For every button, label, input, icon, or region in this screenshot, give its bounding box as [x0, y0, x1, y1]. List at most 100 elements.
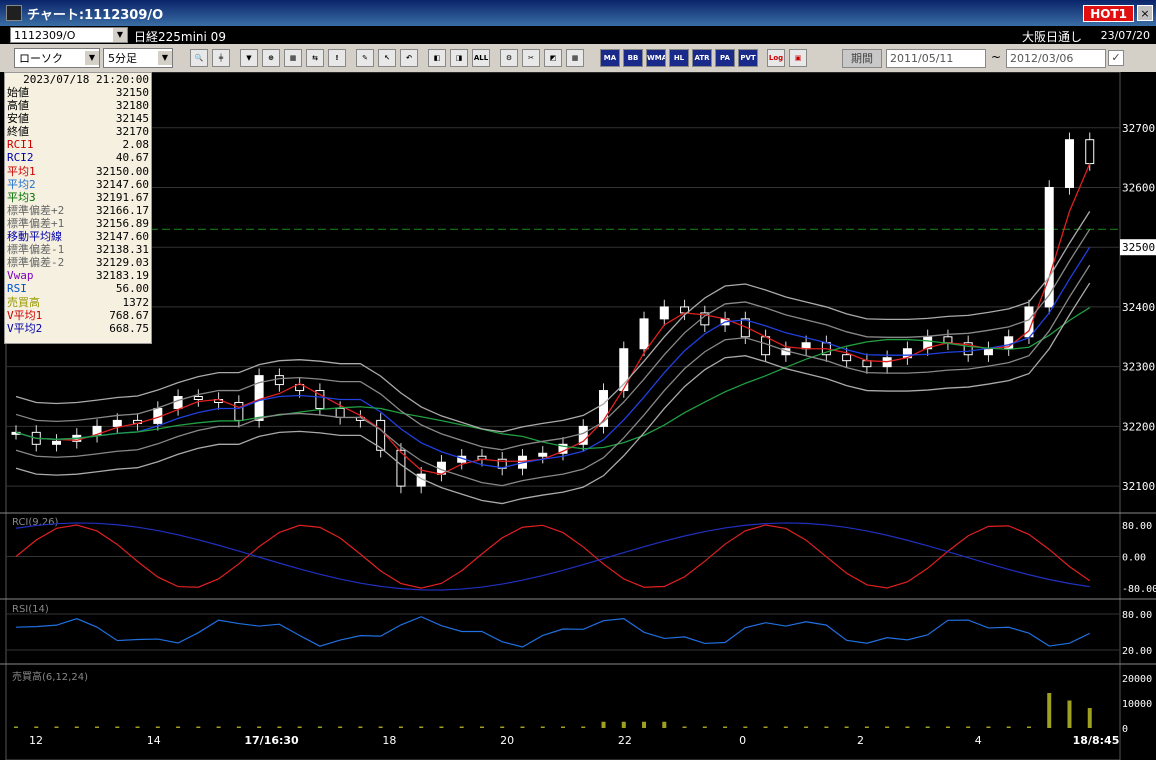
- tool-icon[interactable]: ✂: [522, 49, 540, 67]
- volume-bar: [419, 726, 424, 728]
- remove-icon-1[interactable]: ◧: [428, 49, 446, 67]
- price-tick-label: 32100: [1122, 480, 1155, 493]
- volume-bar: [479, 726, 484, 728]
- title-bar: チャート:1112309/O HOT1 ×: [0, 0, 1156, 26]
- rsi-line: [15, 616, 1091, 648]
- volume-bar: [317, 726, 322, 728]
- hot-badge[interactable]: HOT1: [1083, 5, 1134, 22]
- volume-label: 売買高(6,12,24): [12, 670, 88, 683]
- volume-bar: [662, 721, 667, 728]
- price-tick-label: 32400: [1122, 301, 1155, 314]
- x-tick-label: 12: [29, 734, 43, 747]
- volume-tick-label: 10000: [1122, 699, 1152, 710]
- window-icon[interactable]: ▣: [789, 49, 807, 67]
- candle-body: [173, 396, 183, 409]
- date-from-input[interactable]: 2011/05/11: [886, 49, 986, 68]
- current-date: 23/07/20: [1100, 29, 1150, 42]
- apply-checkbox[interactable]: ✓: [1108, 50, 1124, 66]
- volume-bar: [398, 726, 403, 728]
- info-label: 始値: [7, 86, 29, 99]
- cursor-lines-icon[interactable]: ╪: [212, 49, 230, 67]
- chart-icon-2[interactable]: ⇆: [306, 49, 324, 67]
- x-tick-label: 14: [147, 734, 161, 747]
- info-value: 32147.60: [96, 230, 149, 244]
- volume-bar: [1047, 693, 1052, 728]
- volume-bar: [1067, 700, 1072, 728]
- grid-icon[interactable]: ▦: [566, 49, 584, 67]
- info-row: 標準偏差-1 32138.31: [5, 243, 151, 256]
- info-value: 32150.00: [96, 164, 149, 178]
- volume-bar: [459, 726, 464, 728]
- volume-tick-label: 0: [1122, 724, 1128, 735]
- info-value: 32166.17: [96, 203, 149, 217]
- zoom-icon[interactable]: 🔍: [190, 49, 208, 67]
- candle-body: [659, 306, 669, 320]
- settings-icon[interactable]: ⚙: [500, 49, 518, 67]
- info-row: 平均3 32191.67: [5, 191, 151, 204]
- info-label: 平均2: [7, 177, 36, 191]
- chart-type-value: ローソク: [19, 52, 63, 65]
- indicator-button-atr[interactable]: ATR: [692, 49, 712, 67]
- indicator-icon-1[interactable]: ▼: [240, 49, 258, 67]
- symbol-select[interactable]: 1112309/O ▼: [10, 27, 128, 43]
- info-value: 32170: [115, 125, 149, 139]
- ma2-line: [15, 246, 1091, 469]
- interval-select[interactable]: 5分足 ▼: [103, 48, 173, 68]
- chart-icon-1[interactable]: ▦: [284, 49, 302, 67]
- info-label: 標準偏差-1: [7, 243, 65, 257]
- candle-body: [761, 336, 771, 356]
- volume-bar: [1026, 726, 1031, 728]
- color-icon[interactable]: ◩: [544, 49, 562, 67]
- warning-icon[interactable]: !: [328, 49, 346, 67]
- remove-all-icon[interactable]: ALL: [472, 49, 490, 67]
- volume-bar: [338, 726, 343, 728]
- info-row: RCI1 2.08: [5, 138, 151, 151]
- info-value: 32191.67: [96, 190, 149, 204]
- info-row: RCI2 40.67: [5, 151, 151, 164]
- indicator-button-bb[interactable]: BB: [623, 49, 643, 67]
- close-button[interactable]: ×: [1137, 5, 1153, 21]
- pen-icon[interactable]: ✎: [356, 49, 374, 67]
- zoom-in-icon[interactable]: ⊕: [262, 49, 280, 67]
- chevron-down-icon[interactable]: ▼: [85, 51, 99, 65]
- pointer-icon[interactable]: ↖: [378, 49, 396, 67]
- indicator-button-hl[interactable]: HL: [669, 49, 689, 67]
- info-value: 1372: [122, 295, 150, 309]
- chevron-down-icon[interactable]: ▼: [113, 28, 127, 42]
- period-button[interactable]: 期間: [842, 49, 882, 68]
- indicator-button-wma[interactable]: WMA: [646, 49, 666, 67]
- undo-icon[interactable]: ↶: [400, 49, 418, 67]
- info-value: 32147.60: [96, 177, 149, 191]
- info-row: 安値 32145: [5, 112, 151, 125]
- volume-bar: [135, 726, 140, 728]
- remove-icon-2[interactable]: ◨: [450, 49, 468, 67]
- indicator-button-pa[interactable]: PA: [715, 49, 735, 67]
- chart-type-select[interactable]: ローソク ▼: [14, 48, 100, 68]
- rci-tick-label: 0.00: [1122, 553, 1146, 564]
- volume-bar: [581, 726, 586, 728]
- volume-bar: [439, 726, 444, 728]
- indicator-button-pvt[interactable]: PVT: [738, 49, 758, 67]
- info-row: 売買高 1372: [5, 296, 151, 309]
- info-row: RSI 56.00: [5, 282, 151, 295]
- info-row: 標準偏差+2 32166.17: [5, 204, 151, 217]
- rci-tick-label: 80.00: [1122, 521, 1152, 532]
- chart-area[interactable]: 3270032600325003240032300322003210032500…: [0, 72, 1156, 760]
- candle-body: [335, 407, 345, 418]
- toolbar: ローソク ▼ 5分足 ▼ 🔍 ╪ ▼ ⊕ ▦ ⇆! ✎ ↖ ↶ ◧ ◨ ALL ⚙ ✂ ◩ ▦ MA BB WMA H…: [0, 44, 1156, 72]
- info-label: 高値: [7, 99, 29, 113]
- indicator-button-ma[interactable]: MA: [600, 49, 620, 67]
- volume-bar: [723, 726, 728, 728]
- volume-bar: [358, 726, 363, 728]
- volume-bar: [277, 726, 282, 728]
- candle-body: [112, 419, 122, 427]
- candle-body: [193, 396, 203, 401]
- chevron-down-icon[interactable]: ▼: [158, 51, 172, 65]
- symbol-name: 日経225mini 09: [134, 30, 226, 44]
- info-row: 平均1 32150.00: [5, 165, 151, 178]
- date-to-input[interactable]: 2012/03/06: [1006, 49, 1106, 68]
- price-tick-label: 32600: [1122, 181, 1155, 194]
- log-scale-button[interactable]: Log: [767, 49, 785, 67]
- info-value: 40.67: [115, 151, 149, 165]
- price-chart[interactable]: 3270032600325003240032300322003210032500…: [0, 72, 1156, 760]
